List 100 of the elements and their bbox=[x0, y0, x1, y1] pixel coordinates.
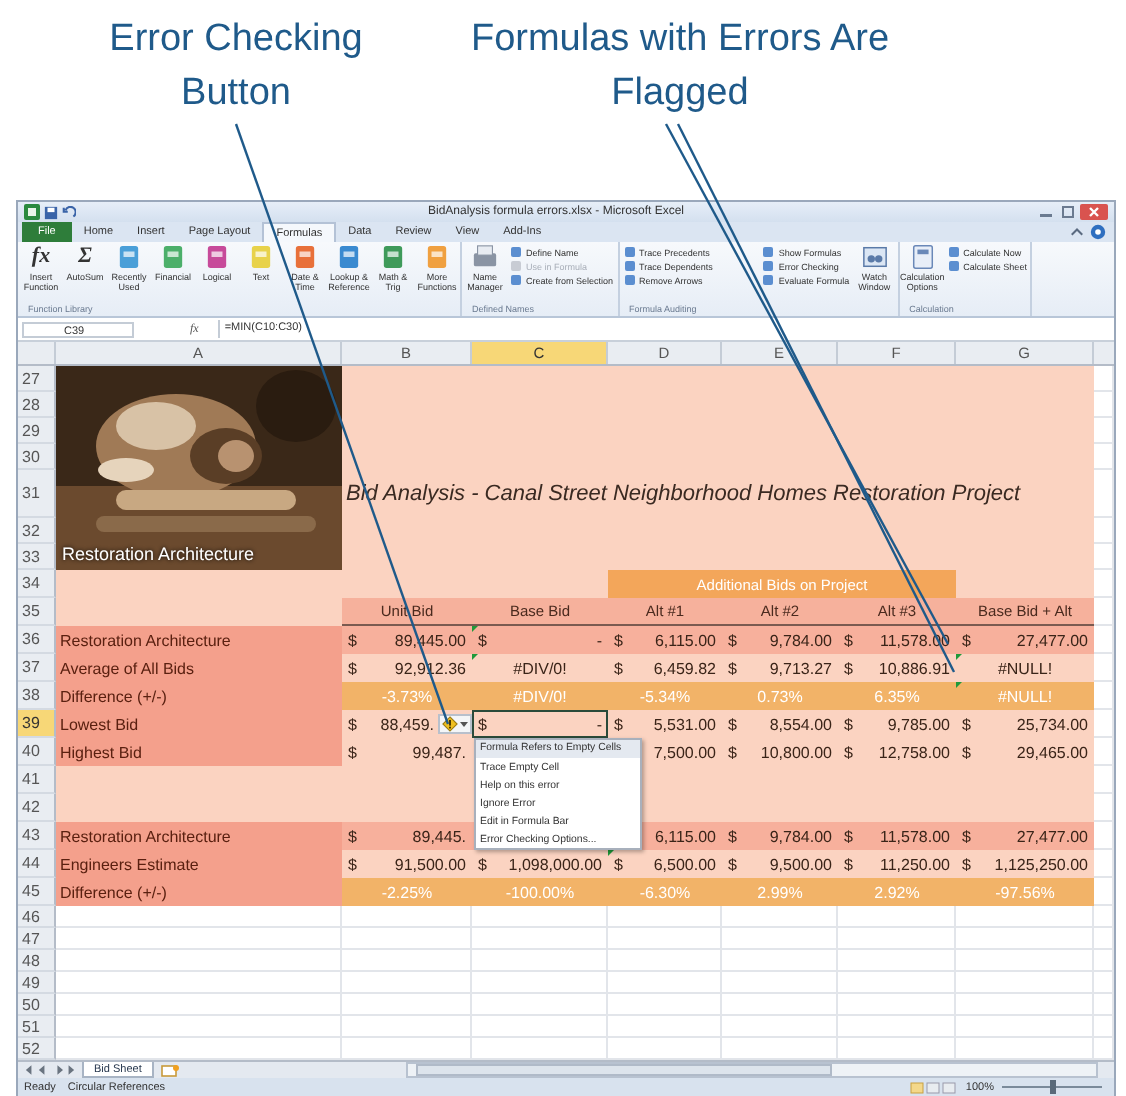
currency-symbol: $ bbox=[844, 659, 853, 677]
cell-value: -3.73% bbox=[381, 687, 433, 705]
empty-cell bbox=[838, 928, 956, 950]
empty-cell bbox=[1094, 794, 1114, 822]
row-header[interactable]: 37 bbox=[18, 654, 56, 682]
maximize-icon[interactable] bbox=[1058, 204, 1078, 220]
cell-value: 25,734.00 bbox=[1016, 715, 1088, 733]
horizontal-scrollbar[interactable] bbox=[405, 1062, 1098, 1078]
sheet-navigation-icon[interactable] bbox=[24, 1064, 76, 1076]
empty-cell bbox=[1094, 710, 1114, 738]
row-header[interactable]: 48 bbox=[18, 950, 56, 972]
empty-cell bbox=[838, 1016, 956, 1038]
currency-symbol: $ bbox=[614, 715, 623, 733]
empty-cell bbox=[608, 1016, 722, 1038]
cell-value: 10,886.91 bbox=[878, 659, 950, 677]
row-label: Difference (+/-) bbox=[56, 682, 342, 710]
row-header[interactable]: 34 bbox=[18, 570, 56, 598]
cell-value: #NULL! bbox=[997, 659, 1053, 677]
empty-cell bbox=[956, 906, 1094, 928]
picture-caption: Restoration Architecture bbox=[62, 544, 255, 564]
empty-cell bbox=[1094, 906, 1114, 928]
currency-symbol: $ bbox=[962, 827, 971, 845]
row-header[interactable]: 31 bbox=[18, 470, 56, 518]
currency-symbol: $ bbox=[348, 855, 357, 873]
cell-value: 0.73% bbox=[757, 687, 803, 705]
empty-cell bbox=[342, 906, 472, 928]
currency-symbol: $ bbox=[962, 743, 971, 761]
error-indicator[interactable] bbox=[956, 654, 962, 660]
cell-value: -97.56% bbox=[995, 883, 1055, 901]
row-header[interactable]: 52 bbox=[18, 1038, 56, 1060]
row-header[interactable]: 49 bbox=[18, 972, 56, 994]
save-icon[interactable] bbox=[44, 205, 58, 219]
row-header[interactable]: 42 bbox=[18, 794, 56, 822]
empty-cell bbox=[1094, 518, 1114, 544]
row-header[interactable]: 43 bbox=[18, 822, 56, 850]
currency-symbol: $ bbox=[348, 659, 357, 677]
collapse-ribbon-icon[interactable] bbox=[1070, 225, 1084, 239]
row-header[interactable]: 29 bbox=[18, 418, 56, 444]
row-header[interactable]: 28 bbox=[18, 392, 56, 418]
cell-value: 91,500.00 bbox=[394, 855, 466, 873]
row-header[interactable]: 30 bbox=[18, 444, 56, 470]
empty-cell bbox=[472, 906, 608, 928]
row-header[interactable]: 40 bbox=[18, 738, 56, 766]
new-sheet-icon[interactable] bbox=[159, 1063, 180, 1077]
currency-symbol: $ bbox=[478, 631, 487, 649]
cell-value: 88,459. bbox=[380, 715, 434, 733]
currency-symbol: $ bbox=[348, 827, 357, 845]
empty-cell bbox=[342, 950, 472, 972]
empty-cell bbox=[1094, 878, 1114, 906]
cell-value: 2.92% bbox=[874, 883, 920, 901]
currency-symbol: $ bbox=[348, 743, 357, 761]
row-header[interactable]: 44 bbox=[18, 850, 56, 878]
empty-cell bbox=[1094, 972, 1114, 994]
cell-value: 9,500.00 bbox=[769, 855, 832, 873]
currency-symbol: $ bbox=[844, 743, 853, 761]
help-icon[interactable] bbox=[1090, 224, 1106, 240]
cell-value: -2.25% bbox=[381, 883, 433, 901]
row-header[interactable]: 27 bbox=[18, 366, 56, 392]
currency-symbol: $ bbox=[478, 855, 487, 873]
error-checking-button[interactable] bbox=[438, 714, 472, 734]
undo-icon[interactable] bbox=[62, 205, 76, 219]
row-header[interactable]: 46 bbox=[18, 906, 56, 928]
function-glyph: Σ bbox=[78, 244, 92, 270]
currency-symbol: $ bbox=[614, 855, 623, 873]
function-glyph: fx bbox=[31, 244, 51, 270]
empty-cell bbox=[608, 906, 722, 928]
warning-icon bbox=[442, 716, 458, 732]
cell-value: 29,465.00 bbox=[1016, 743, 1088, 761]
row-header[interactable]: 32 bbox=[18, 518, 56, 544]
currency-symbol: $ bbox=[728, 659, 737, 677]
cell-value: 99,487. bbox=[412, 743, 466, 761]
empty-cell bbox=[472, 950, 608, 972]
empty-cell bbox=[838, 950, 956, 972]
row-header[interactable]: 33 bbox=[18, 544, 56, 570]
row-header[interactable]: 41 bbox=[18, 766, 56, 794]
row-header[interactable]: 50 bbox=[18, 994, 56, 1016]
app-icon[interactable] bbox=[24, 204, 40, 220]
row-header[interactable]: 51 bbox=[18, 1016, 56, 1038]
currency-symbol: $ bbox=[844, 631, 853, 649]
currency-symbol: $ bbox=[478, 715, 487, 733]
error-indicator[interactable] bbox=[472, 626, 478, 632]
empty-cell bbox=[956, 928, 1094, 950]
empty-cell bbox=[608, 950, 722, 972]
empty-cell bbox=[608, 928, 722, 950]
empty-cell bbox=[1094, 994, 1114, 1016]
row-header[interactable]: 35 bbox=[18, 598, 56, 626]
row-header[interactable]: 36 bbox=[18, 626, 56, 654]
row-header[interactable]: 38 bbox=[18, 682, 56, 710]
currency-symbol: $ bbox=[962, 715, 971, 733]
empty-cell bbox=[956, 994, 1094, 1016]
currency-symbol: $ bbox=[962, 631, 971, 649]
row-header[interactable]: 39 bbox=[18, 710, 56, 738]
currency-symbol: $ bbox=[728, 743, 737, 761]
row-label: Engineers Estimate bbox=[56, 850, 342, 878]
empty-cell bbox=[722, 1016, 838, 1038]
error-indicator[interactable] bbox=[956, 682, 962, 688]
row-header[interactable]: 45 bbox=[18, 878, 56, 906]
error-indicator[interactable] bbox=[472, 654, 478, 660]
close-icon[interactable] bbox=[1080, 204, 1108, 220]
row-header[interactable]: 47 bbox=[18, 928, 56, 950]
